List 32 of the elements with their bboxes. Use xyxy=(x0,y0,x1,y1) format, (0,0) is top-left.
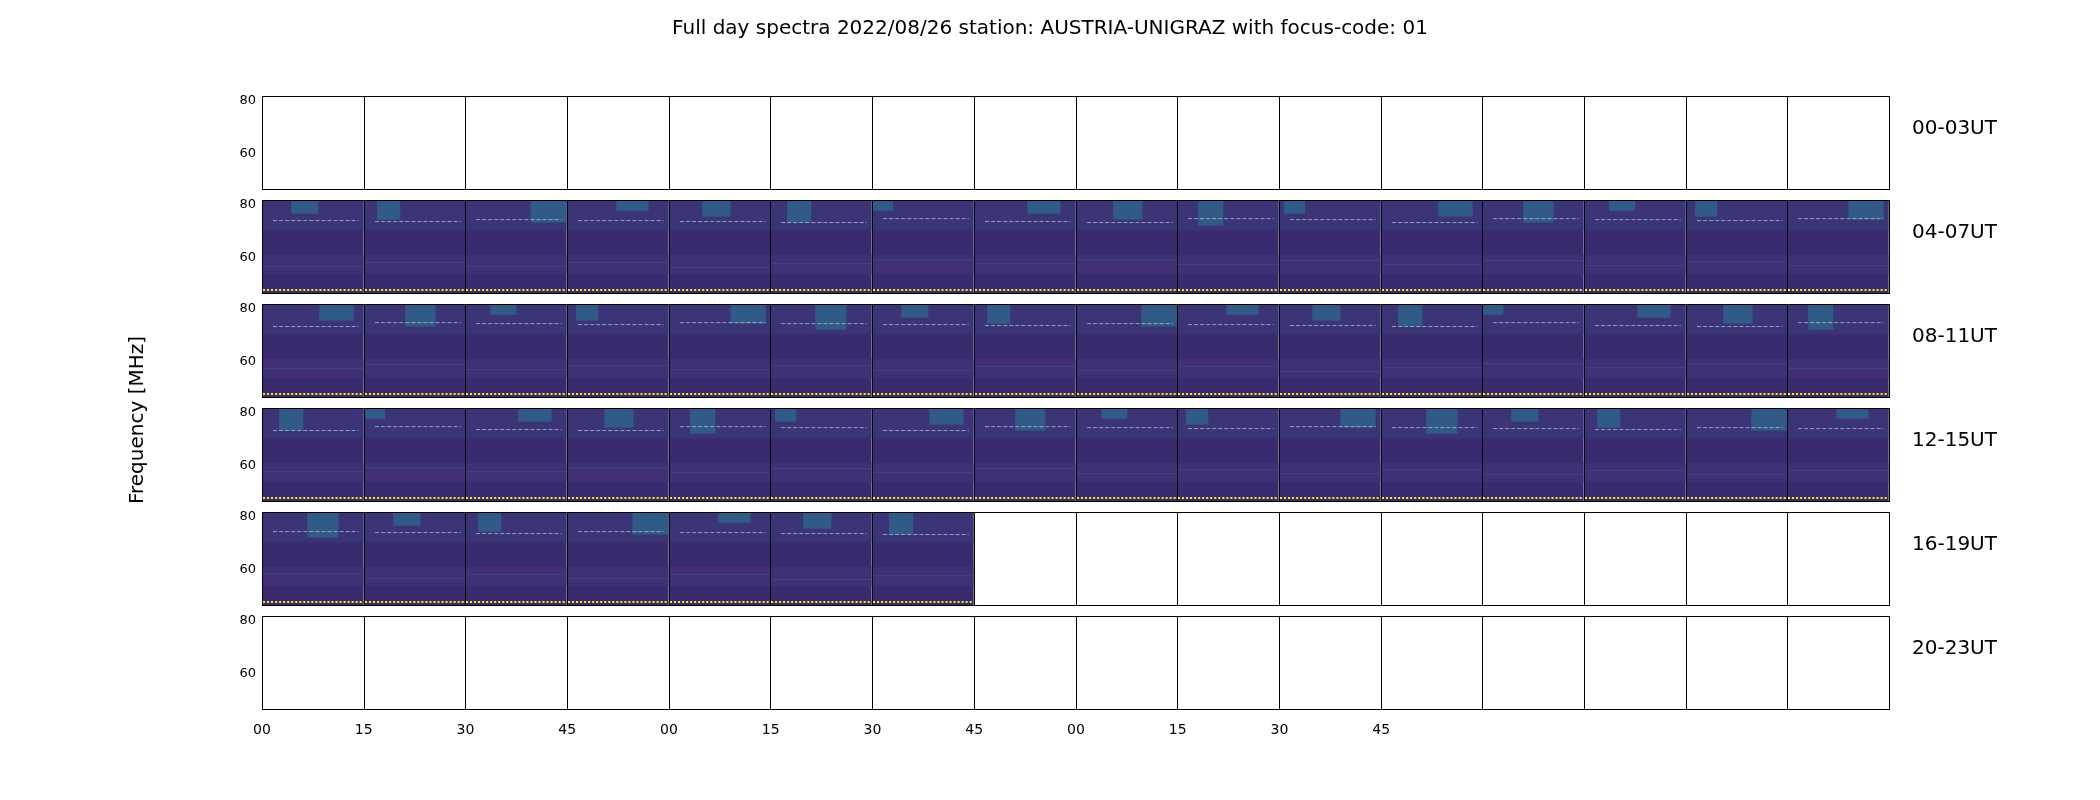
x-tick-label: 45 xyxy=(558,722,577,736)
x-tick-label: 45 xyxy=(965,722,984,736)
x-tick-label: 15 xyxy=(761,722,780,736)
figure-title: Full day spectra 2022/08/26 station: AUSTRIA-UNIGRAZ with focus-code: 01 xyxy=(672,14,1428,41)
x-tick-label: 00 xyxy=(1067,722,1085,736)
y-tick-label: 60 xyxy=(239,666,256,679)
row-time-label: 12-15UT xyxy=(1912,427,1997,451)
y-tick-label: 80 xyxy=(239,301,256,314)
x-tick-label: 45 xyxy=(1372,722,1391,736)
y-tick-label: 80 xyxy=(239,93,256,106)
y-tick-label: 60 xyxy=(239,146,256,159)
row-time-label: 08-11UT xyxy=(1912,323,1997,347)
x-tick-label: 00 xyxy=(253,722,271,736)
y-axis-label: Frequency [MHz] xyxy=(122,335,149,505)
row-time-label: 16-19UT xyxy=(1912,531,1997,555)
y-tick-label: 80 xyxy=(239,613,256,626)
y-tick-label: 80 xyxy=(239,509,256,522)
x-tick-label: 30 xyxy=(1270,722,1289,736)
x-tick-label: 30 xyxy=(456,722,475,736)
row-time-label: 20-23UT xyxy=(1912,635,1997,659)
x-tick-label: 00 xyxy=(660,722,678,736)
y-tick-label: 80 xyxy=(239,405,256,418)
row-time-label: 04-07UT xyxy=(1912,219,1997,243)
y-tick-label: 60 xyxy=(239,458,256,471)
x-tick-label: 15 xyxy=(1168,722,1187,736)
row-time-label: 00-03UT xyxy=(1912,115,1997,139)
y-tick-label: 60 xyxy=(239,562,256,575)
y-tick-label: 80 xyxy=(239,197,256,210)
x-tick-label: 15 xyxy=(354,722,373,736)
x-tick-label: 30 xyxy=(863,722,882,736)
y-tick-label: 60 xyxy=(239,354,256,367)
y-tick-label: 60 xyxy=(239,250,256,263)
